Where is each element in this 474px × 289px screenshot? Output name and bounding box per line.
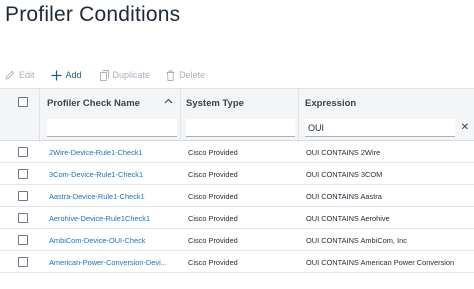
column-header-name[interactable]: Profiler Check Name (47, 98, 140, 109)
row-checkbox[interactable] (18, 191, 28, 201)
profiler-check-name-link[interactable]: Aastra-Device-Rule1-Check1 (49, 192, 179, 201)
close-icon[interactable]: ✕ (461, 123, 469, 133)
table-header: Profiler Check Name System Type Expressi… (0, 88, 474, 142)
page-title: Profiler Conditions (5, 3, 181, 26)
system-type-filter-input[interactable] (186, 119, 295, 137)
profiler-check-name-link[interactable]: 2Wire-Device-Rule1-Check1 (49, 148, 179, 157)
row-checkbox[interactable] (18, 235, 28, 245)
duplicate-button-label: Duplicate (112, 70, 151, 80)
expression-cell: OUI CONTAINS American Power Conversion (306, 258, 455, 267)
pencil-icon (5, 70, 15, 80)
duplicate-button[interactable]: Duplicate (99, 69, 151, 81)
name-filter-input[interactable] (47, 119, 177, 137)
expression-cell: OUI CONTAINS AmbiCom, Inc (306, 236, 407, 245)
delete-button-label: Delete (179, 70, 206, 80)
profiler-check-name-link[interactable]: American-Power-Conversion-Devi... (49, 258, 179, 267)
expression-cell: OUI CONTAINS Aastra (306, 192, 382, 201)
add-button-label: Add (65, 70, 82, 80)
toolbar: Edit Add Duplicate Delete (5, 67, 221, 83)
expression-cell: OUI CONTAINS 2Wire (306, 148, 381, 157)
profiler-check-name-link[interactable]: Aerohive-Device-Rule1Check1 (49, 214, 179, 223)
table-row[interactable]: American-Power-Conversion-Devi... Cisco … (0, 251, 474, 273)
table-row[interactable]: Aastra-Device-Rule1-Check1 Cisco Provide… (0, 185, 474, 207)
expression-cell: OUI CONTAINS 3COM (306, 170, 383, 179)
profiler-check-name-link[interactable]: AmbiCom-Device-OUI-Check (49, 236, 179, 245)
profiler-check-name-link[interactable]: 3Com-Device-Rule1-Check1 (49, 170, 179, 179)
system-type-cell: Cisco Provided (188, 170, 238, 179)
system-type-cell: Cisco Provided (188, 258, 238, 267)
expression-filter-input[interactable] (305, 119, 455, 137)
sort-up-icon[interactable] (164, 98, 173, 104)
add-button[interactable]: Add (51, 70, 82, 81)
table-row[interactable]: 2Wire-Device-Rule1-Check1 Cisco Provided… (0, 141, 474, 163)
row-checkbox[interactable] (18, 257, 28, 267)
system-type-cell: Cisco Provided (188, 192, 238, 201)
row-checkbox[interactable] (18, 147, 28, 157)
system-type-cell: Cisco Provided (188, 148, 238, 157)
table-row[interactable]: Aerohive-Device-Rule1Check1 Cisco Provid… (0, 207, 474, 229)
select-all-checkbox[interactable] (18, 97, 28, 107)
row-checkbox[interactable] (18, 213, 28, 223)
expression-cell: OUI CONTAINS Aerohive (306, 214, 390, 223)
trash-icon (166, 70, 175, 81)
system-type-cell: Cisco Provided (188, 236, 238, 245)
copy-icon (99, 69, 109, 81)
profiler-conditions-table: Profiler Check Name System Type Expressi… (0, 88, 474, 273)
plus-icon (51, 70, 62, 80)
edit-button[interactable]: Edit (5, 70, 35, 80)
delete-button[interactable]: Delete (166, 70, 205, 81)
system-type-cell: Cisco Provided (188, 214, 238, 223)
row-checkbox[interactable] (18, 169, 28, 179)
column-header-expression[interactable]: Expression (305, 98, 356, 109)
table-row[interactable]: 3Com-Device-Rule1-Check1 Cisco Provided … (0, 163, 474, 185)
column-header-system-type[interactable]: System Type (186, 98, 244, 109)
table-row[interactable]: AmbiCom-Device-OUI-Check Cisco Provided … (0, 229, 474, 251)
edit-button-label: Edit (19, 70, 35, 80)
